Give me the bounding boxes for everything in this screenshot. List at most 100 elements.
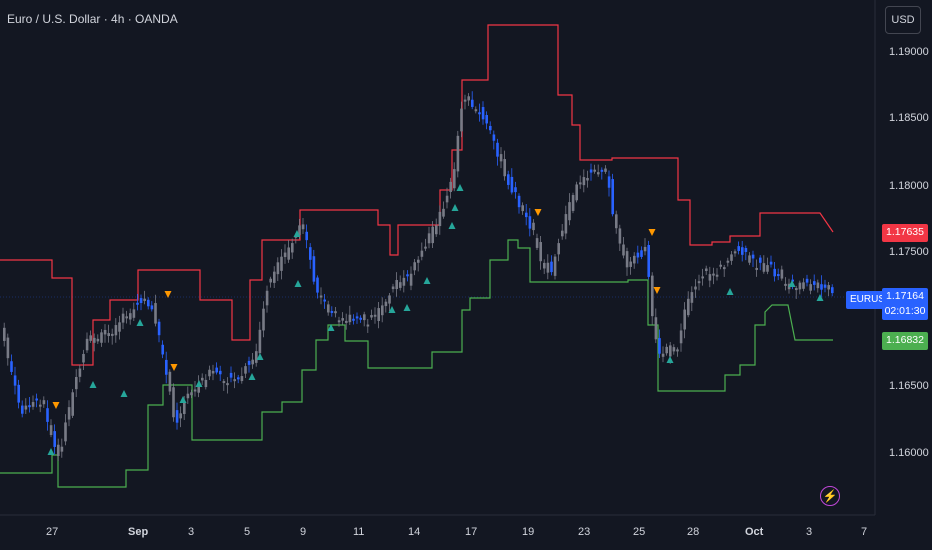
buy-signal-marker	[179, 396, 187, 403]
candle-body	[107, 333, 110, 337]
candle-body	[539, 242, 542, 262]
candle-body	[31, 402, 35, 407]
candle-body	[337, 320, 341, 323]
candle-body	[496, 142, 499, 157]
price-chart[interactable]: 1.19000 1.18500 1.18000 1.17500 1.16500 …	[0, 0, 932, 550]
candle-body	[327, 304, 330, 313]
time-tick: 27	[46, 526, 58, 538]
candle-body	[568, 202, 571, 221]
candle-body	[528, 216, 532, 229]
candle-body	[424, 246, 427, 249]
time-tick: 25	[633, 526, 645, 538]
candle-body	[391, 286, 395, 290]
candle-body	[748, 255, 751, 263]
candle-body	[240, 376, 244, 382]
candle-body	[280, 256, 283, 271]
candle-body	[60, 446, 64, 452]
candle-body	[251, 359, 254, 365]
time-tick: Oct	[745, 526, 764, 538]
candle-body	[147, 299, 150, 307]
candle-body	[499, 154, 503, 162]
candle-body	[733, 251, 737, 254]
candle-body	[766, 265, 769, 272]
candle-body	[352, 318, 355, 321]
buy-signal-marker	[726, 288, 734, 295]
candle-body	[705, 268, 708, 272]
lower-band-price-tag: 1.16832	[882, 332, 928, 350]
candle-body	[35, 398, 38, 401]
sell-signal-marker	[52, 402, 60, 409]
candle-body	[359, 317, 362, 320]
candle-body	[780, 269, 784, 279]
candle-body	[474, 109, 478, 112]
candle-body	[582, 177, 586, 186]
candle-body	[561, 230, 564, 237]
candle-body	[96, 338, 100, 342]
buy-signal-marker	[423, 277, 431, 284]
candle-body	[643, 246, 647, 252]
candle-body	[399, 282, 402, 288]
candle-body	[57, 444, 60, 456]
buy-signal-marker	[448, 222, 456, 229]
candle-body	[611, 179, 614, 215]
price-tick: 1.16000	[889, 447, 929, 459]
candle-body	[165, 359, 168, 375]
candle-body	[751, 254, 755, 259]
candle-body	[168, 371, 172, 392]
candle-body	[463, 99, 467, 102]
last-price-box: 1.17164 02:01:30	[882, 288, 928, 320]
candle-body	[42, 400, 46, 405]
candle-body	[330, 310, 334, 313]
candle-body	[341, 318, 344, 321]
candle-body	[136, 302, 139, 305]
candle-body	[24, 405, 28, 410]
candle-body	[334, 311, 337, 314]
candle-body	[229, 372, 233, 378]
candle-body	[460, 108, 463, 132]
last-price-value: 1.17164	[886, 290, 924, 302]
buy-signal-marker	[816, 294, 824, 301]
upper-band-line	[0, 24, 834, 366]
candle-body	[514, 187, 517, 193]
candle-body	[150, 305, 154, 310]
buy-signal-marker	[120, 390, 128, 397]
candle-body	[204, 379, 208, 388]
bar-countdown: 02:01:30	[884, 305, 926, 317]
lightning-icon[interactable]: ⚡	[820, 486, 840, 506]
candle-body	[28, 405, 31, 408]
candle-body	[409, 273, 413, 286]
candle-body	[291, 243, 294, 253]
candle-body	[183, 401, 186, 415]
candle-body	[762, 263, 766, 272]
candle-body	[553, 256, 557, 276]
candle-body	[683, 309, 686, 330]
candle-body	[658, 338, 661, 354]
candle-body	[827, 285, 830, 290]
candle-body	[67, 407, 71, 420]
candle-body	[625, 251, 629, 268]
sell-signal-marker	[170, 364, 178, 371]
candle-body	[211, 370, 215, 374]
candle-body	[222, 381, 226, 384]
candle-body	[226, 383, 229, 386]
candle-body	[517, 195, 521, 208]
candle-body	[816, 282, 820, 289]
candle-body	[510, 176, 514, 193]
time-tick: 28	[687, 526, 699, 538]
candle-body	[435, 225, 438, 235]
candle-body	[319, 295, 323, 298]
candle-body	[244, 366, 247, 374]
candle-body	[417, 259, 420, 263]
candle-body	[78, 368, 82, 377]
candle-body	[255, 351, 258, 363]
candle-body	[17, 384, 20, 403]
buy-signal-marker	[294, 280, 302, 287]
candle-body	[208, 369, 211, 377]
candle-body	[276, 262, 280, 275]
sell-signal-marker	[648, 229, 656, 236]
candle-body	[759, 257, 762, 263]
candle-body	[175, 410, 179, 423]
candle-body	[377, 308, 380, 322]
lower-band-line	[0, 239, 833, 488]
candle-body	[687, 298, 690, 316]
